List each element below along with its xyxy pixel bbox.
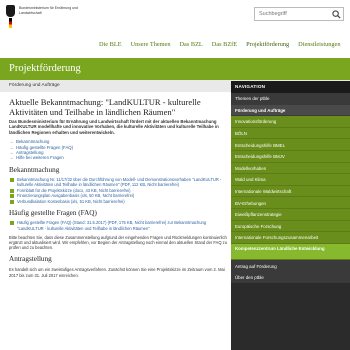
sidebar-item-ueber[interactable]: Über den ptble xyxy=(231,271,350,284)
document-link-text[interactable]: Verbundkalation Kostenbasis (xls, 51 KB,… xyxy=(17,199,125,204)
banner-title: Projektförderung xyxy=(9,63,81,74)
document-link[interactable]: Finanzierungsplan Ausgabenbasis (xls, 50… xyxy=(9,193,229,199)
faq-note: Bitte beachten Sie, dass diese Zusammens… xyxy=(9,234,227,251)
document-link-text[interactable]: Bekanntmachung Nr. 11/17/32 über die Dur… xyxy=(17,177,221,187)
eagle-icon xyxy=(6,5,15,17)
section-title-antragstellung: Antragstellung xyxy=(9,255,52,264)
section-banner: Projektförderung xyxy=(0,58,350,80)
breadcrumb-item[interactable]: Förderung und Aufträge xyxy=(9,83,60,88)
download-icon xyxy=(10,200,14,205)
faq-link-text[interactable]: Häufig gestellte Fragen (FAQ) (Stand: 31… xyxy=(17,220,206,230)
faq-document-link[interactable]: Häufig gestellte Fragen (FAQ) (Stand: 31… xyxy=(9,220,229,231)
section-title-faq: Häufig gestellte Fragen (FAQ) xyxy=(9,209,97,218)
download-icon xyxy=(10,177,14,182)
sidebar-item-kompetenzzentrum[interactable]: Kompetenzzentrum Ländliche Entwicklung xyxy=(231,243,350,261)
sidebar-item-entscheidungshilfe-bmjv[interactable]: Entscheidungshilfe BMJV xyxy=(231,150,350,163)
page-title: Aktuelle Bekanntmachung: "LandKULTUR - k… xyxy=(9,97,201,117)
download-icon xyxy=(10,221,14,226)
search-input[interactable] xyxy=(255,8,331,20)
document-list: Bekanntmachung Nr. 11/17/32 über die Dur… xyxy=(9,177,229,205)
sidebar-item-modellvorhaben[interactable]: Modellvorhaben xyxy=(231,162,350,175)
document-link-text[interactable]: Finanzierungsplan Ausgabenbasis (xls, 50… xyxy=(17,193,134,198)
sidebar-item-themen[interactable]: Themen der ptble xyxy=(231,93,350,105)
main-content: Aktuelle Bekanntmachung: "LandKULTUR - k… xyxy=(9,97,229,278)
ministry-logo[interactable]: Bundesministerium für Ernährung und Land… xyxy=(6,4,78,30)
sidebar-item-innovationsfoerderung[interactable]: Innovationsförderung xyxy=(231,116,350,128)
faq-list: Häufig gestellte Fragen (FAQ) (Stand: 31… xyxy=(9,220,229,231)
download-icon xyxy=(10,194,14,199)
sidebar-heading: NAVIGATION xyxy=(231,81,350,93)
page-header: Bundesministerium für Ernährung und Land… xyxy=(0,0,350,58)
sidebar-item-foerderung[interactable]: Förderung und Aufträge xyxy=(231,104,350,117)
document-link[interactable]: Bekanntmachung Nr. 11/17/32 über die Dur… xyxy=(9,177,229,187)
sidebar-item-boeln[interactable]: BÖLN xyxy=(231,127,350,140)
anchor-hilfe[interactable]: Hilfe bei weiteren Fragen xyxy=(9,155,229,161)
sidebar-navigation: NAVIGATION Themen der ptble Förderung un… xyxy=(231,81,350,350)
logo-text: Bundesministerium für Ernährung und Land… xyxy=(19,6,78,15)
sidebar-item-internationale-waldwirtschaft[interactable]: Internationale Waldwirtschaft xyxy=(231,185,350,198)
document-link-text[interactable]: Formblatt für die Projektskizze (docx, 4… xyxy=(17,188,131,193)
sidebar-item-wald-und-klima[interactable]: Wald und Klima xyxy=(231,174,350,186)
search-icon[interactable] xyxy=(332,10,341,19)
nav-projektfoerderung[interactable]: Projektförderung xyxy=(246,41,289,48)
sidebar-item-antrag[interactable]: Antrag auf Förderung xyxy=(231,260,350,272)
section-title-bekanntmachung: Bekanntmachung xyxy=(9,165,60,174)
document-link[interactable]: Formblatt für die Projektskizze (docx, 4… xyxy=(9,188,229,193)
nav-unsere-themen[interactable]: Unsere Themen xyxy=(131,41,171,48)
antragstellung-text: Es handelt sich um ein zweistufiges Antr… xyxy=(9,267,225,278)
intro-text: Das Bundesministerium für Ernährung und … xyxy=(9,119,219,135)
download-icon xyxy=(10,188,14,193)
anchor-links: Bekanntmachung Häufig gestellte Fragen (… xyxy=(9,139,229,161)
flag-icon xyxy=(9,18,12,28)
document-link[interactable]: Verbundkalation Kostenbasis (xls, 51 KB,… xyxy=(9,199,229,205)
nav-das-bzfe[interactable]: Das BZfE xyxy=(212,41,237,48)
sidebar-item-europaeische-forschung[interactable]: Europäische Forschung xyxy=(231,220,350,233)
main-nav: Die BLE Unsere Themen Das BZL Das BZfE P… xyxy=(99,41,340,48)
nav-die-ble[interactable]: Die BLE xyxy=(99,41,122,48)
nav-dienstleistungen[interactable]: Dienstleistungen xyxy=(298,41,340,48)
search-box[interactable] xyxy=(254,7,344,21)
sidebar-item-bv-erhebungen[interactable]: BV-Erhebungen xyxy=(231,197,350,209)
nav-das-bzl[interactable]: Das BZL xyxy=(180,41,203,48)
sidebar-item-eiweisspflanzenstrategie[interactable]: Eiweißpflanzenstrategie xyxy=(231,208,350,221)
sidebar-item-entscheidungshilfe-bmel[interactable]: Entscheidungshilfe BMEL xyxy=(231,139,350,151)
sidebar-item-internationale-forschung[interactable]: Internationale Forschungszusammenarbeit xyxy=(231,232,350,244)
